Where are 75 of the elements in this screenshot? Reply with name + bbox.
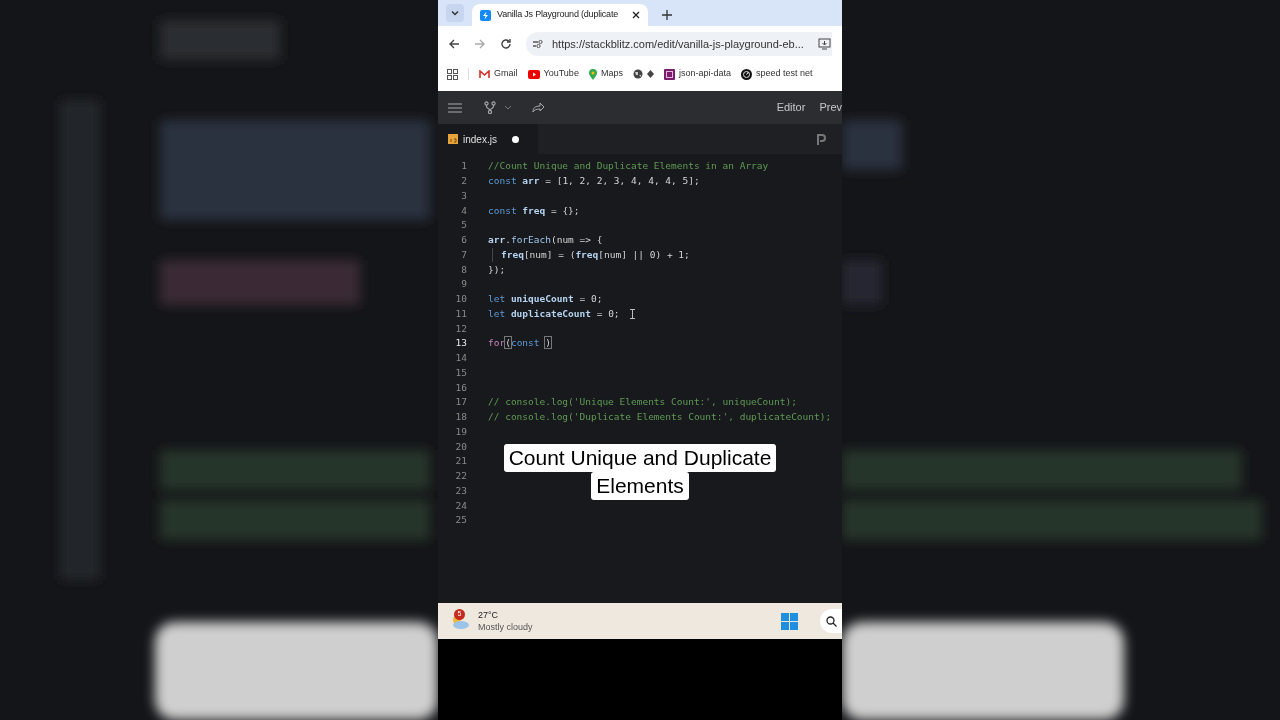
bookmark-link[interactable]: YouTube [527, 67, 579, 81]
line-number: 3 [460, 188, 467, 203]
tab-list-icon[interactable] [446, 4, 464, 22]
line-number: 13 [454, 336, 467, 351]
line-number: 21 [454, 454, 467, 469]
toolbar-link[interactable]: Prev [819, 99, 842, 116]
install-icon[interactable] [817, 38, 831, 50]
line-number: 1 [460, 159, 467, 174]
menu-icon[interactable] [448, 102, 462, 113]
line-number: 16 [454, 380, 467, 395]
search-field[interactable] [820, 609, 842, 633]
browser-tab[interactable]: Vanilla Js Playground (duplicate [472, 4, 648, 26]
back-icon[interactable] [448, 38, 460, 50]
diamond-icon [646, 70, 654, 78]
apps-grid-icon[interactable] [447, 68, 458, 80]
line-number: 22 [454, 469, 467, 483]
share-icon[interactable] [532, 102, 545, 113]
line-number: 24 [454, 498, 467, 513]
url-text: https://stackblitz.com/edit/vanilla-js-playground-eb... [552, 36, 804, 52]
bookmark-link[interactable]: json-api-data [663, 67, 731, 81]
site-settings-icon[interactable] [532, 38, 544, 50]
line-number: 17 [454, 395, 467, 410]
line-number: 12 [454, 321, 467, 336]
line-number: 9 [460, 277, 467, 292]
address-bar[interactable]: https://stackblitz.com/edit/vanilla-js-playground-eb... [526, 32, 832, 56]
app-icon [663, 68, 675, 80]
code-line: arr.forEach(num => { [488, 233, 603, 247]
caret-icon[interactable] [504, 105, 512, 110]
line-number: 6 [460, 233, 467, 247]
search-icon [826, 615, 837, 627]
toolbar-link[interactable]: Editor [776, 99, 806, 116]
line-number: 8 [460, 262, 467, 277]
close-icon[interactable] [632, 11, 640, 19]
js-file-icon [448, 134, 458, 144]
bookmark-link[interactable]: speed test net [740, 67, 813, 81]
code-line: }); [488, 262, 506, 277]
code-line: const freq = {}; [488, 203, 580, 218]
line-number: 7 [460, 247, 467, 262]
line-number: 4 [460, 203, 467, 218]
code-line: // console.log('Duplicate Elements Count:', duplicateCount); [488, 410, 832, 424]
line-number: 5 [460, 218, 467, 233]
line-number: 14 [454, 351, 467, 365]
map-pin-icon [588, 68, 597, 80]
line-number: 19 [454, 424, 467, 439]
prettier-icon[interactable] [817, 133, 826, 145]
code-line: // console.log('Unique Elements Count:', uniqueCount); [488, 395, 797, 410]
bookmark-link[interactable]: Maps [588, 67, 623, 81]
line-number: 18 [454, 410, 467, 424]
branch-icon[interactable] [484, 101, 496, 114]
code-line: let duplicateCount = 0; [488, 306, 620, 321]
line-number: 25 [454, 513, 467, 528]
bolt-icon [480, 9, 491, 21]
file-tab[interactable]: index.js [438, 124, 538, 154]
caption-text: Count Unique and Duplicate [503, 444, 777, 472]
line-number: 10 [454, 292, 467, 306]
reload-icon[interactable] [500, 38, 512, 50]
caption-text: Elements [591, 472, 689, 500]
globe-icon [632, 69, 643, 79]
mail-icon [479, 69, 490, 79]
start-icon[interactable] [781, 612, 798, 630]
bookmark-link[interactable]: Gmail [479, 67, 518, 81]
line-number: 15 [454, 365, 467, 380]
play-icon [527, 69, 540, 79]
line-number: 20 [454, 439, 467, 454]
line-number: 2 [460, 174, 467, 188]
line-number: 11 [454, 306, 467, 321]
temperature-text: 27°C [478, 609, 500, 621]
new-tab-icon[interactable] [662, 10, 672, 20]
code-line: const arr = [1, 2, 2, 3, 4, 4, 4, 5]; [488, 174, 700, 188]
gauge-icon [740, 68, 752, 80]
code-line: let uniqueCount = 0; [488, 292, 603, 306]
code-line: //Count Unique and Duplicate Elements in an Array [488, 159, 769, 174]
weather-text: Mostly cloudy [478, 621, 533, 633]
code-line: freq[num] = (freq[num] || 0) + 1; [492, 247, 690, 262]
line-number: 23 [454, 483, 467, 498]
